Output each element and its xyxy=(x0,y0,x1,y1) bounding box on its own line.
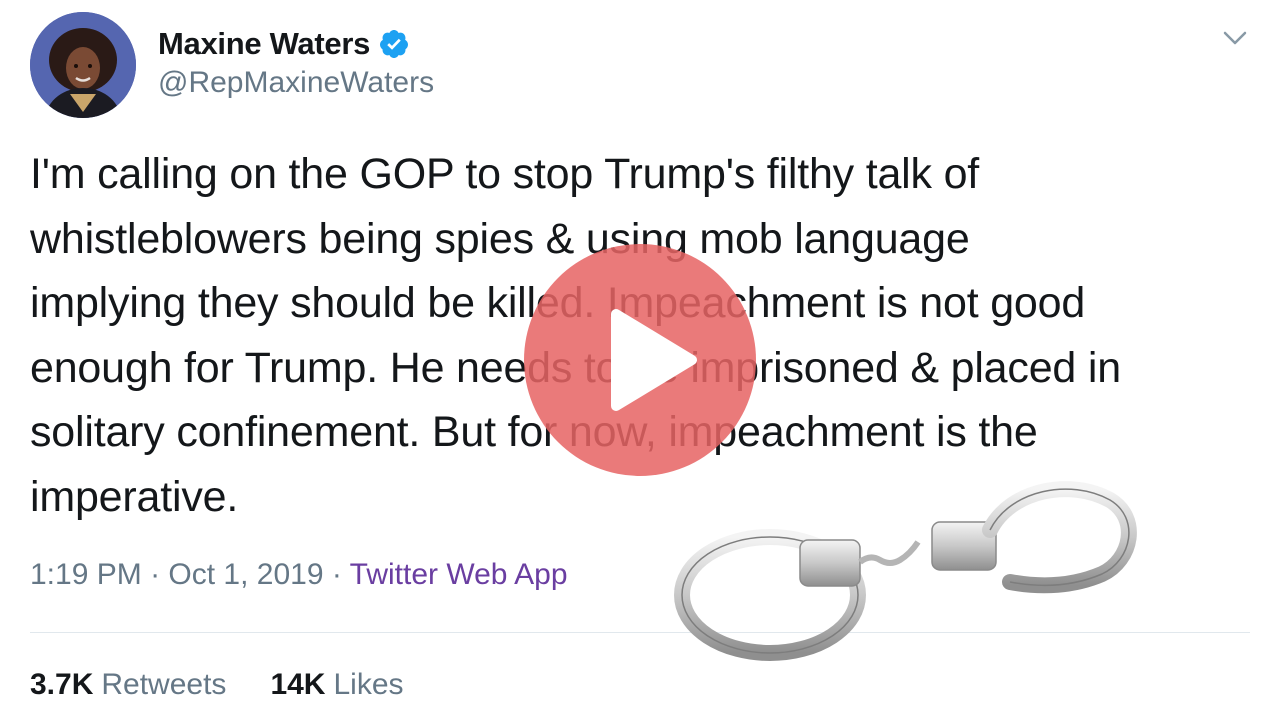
video-thumbnail[interactable]: Maxine Waters @RepMaxineWaters I'm calli… xyxy=(0,0,1280,720)
avatar-image xyxy=(30,12,136,118)
tweet-meta: 1:19 PM · Oct 1, 2019 · Twitter Web App xyxy=(30,558,568,592)
verified-badge-icon xyxy=(380,30,409,58)
tweet-time[interactable]: 1:19 PM xyxy=(30,558,142,591)
chevron-down-icon[interactable] xyxy=(1220,26,1250,50)
tweet-date[interactable]: Oct 1, 2019 xyxy=(168,558,323,591)
retweets-stat[interactable]: 3.7K Retweets xyxy=(30,668,226,702)
handcuffs-icon xyxy=(674,481,1137,661)
tweet-stats: 3.7K Retweets 14K Likes xyxy=(30,668,404,702)
play-icon xyxy=(611,309,697,411)
display-name-row: Maxine Waters xyxy=(158,24,410,64)
retweets-label: Retweets xyxy=(101,668,227,701)
likes-stat[interactable]: 14K Likes xyxy=(270,668,403,702)
display-name[interactable]: Maxine Waters xyxy=(158,26,370,62)
handle[interactable]: @RepMaxineWaters xyxy=(158,66,434,100)
meta-separator: · xyxy=(331,558,342,591)
likes-label: Likes xyxy=(333,668,404,701)
likes-count: 14K xyxy=(270,668,326,701)
tweet-line: I'm calling on the GOP to stop Trump's f… xyxy=(30,150,980,198)
meta-separator: · xyxy=(150,558,161,591)
avatar[interactable] xyxy=(30,12,136,118)
tweet-source-link[interactable]: Twitter Web App xyxy=(350,558,568,591)
play-button[interactable] xyxy=(524,244,756,476)
retweets-count: 3.7K xyxy=(30,668,94,701)
